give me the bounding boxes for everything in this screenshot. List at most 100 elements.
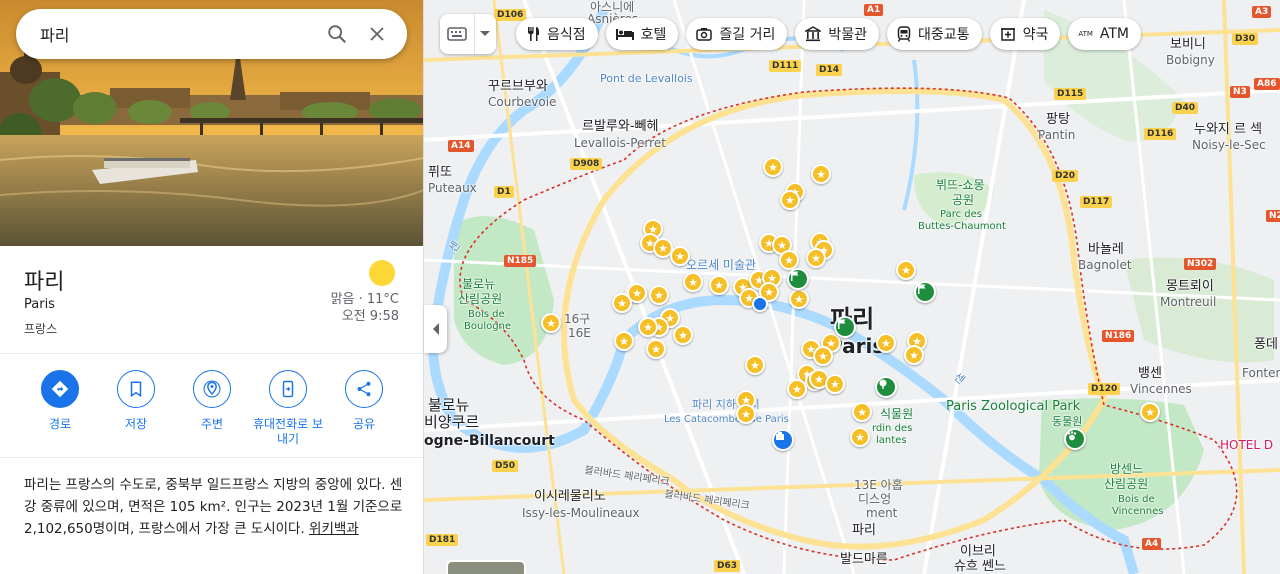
saved-place-star-icon[interactable]: ★ (612, 293, 632, 313)
search-input[interactable] (40, 24, 317, 44)
chip-hotels[interactable]: 호텔 (605, 18, 679, 50)
map-label-bois-vincennes-fr-2: Vincennes (1112, 506, 1164, 517)
close-icon (370, 27, 384, 41)
chip-label: 박물관 (828, 27, 868, 43)
road-badge: D116 (1144, 128, 1177, 140)
chip-pharmacy[interactable]: 약국 (989, 18, 1061, 50)
clear-search-button[interactable] (357, 14, 397, 54)
place-subtitle: Paris (24, 297, 55, 312)
map-label-issy: 이시레물리노 (534, 489, 606, 504)
search-icon (328, 25, 346, 43)
road-badge: D115 (1054, 88, 1087, 100)
chip-transit[interactable]: 대중교통 (887, 18, 982, 50)
map-label-vincennes: 뱅센 (1138, 366, 1162, 381)
nearby-icon (203, 380, 221, 398)
chip-things-to-do[interactable]: 즐길 거리 (686, 18, 788, 50)
road-badge: A1 (864, 4, 884, 16)
chip-museums[interactable]: 박물관 (795, 18, 880, 50)
saved-place-star-icon[interactable]: ★ (825, 374, 845, 394)
saved-place-star-icon[interactable]: ★ (811, 164, 831, 184)
category-chips: 음식점 호텔 즐길 거리 박물관 대중교통 약국 ATM ATM (516, 18, 1142, 50)
saved-place-star-icon[interactable]: ★ (763, 157, 783, 177)
chip-restaurants[interactable]: 음식점 (516, 18, 598, 50)
map-label-catacombs-fr: Les Catacombes de Paris (664, 414, 789, 425)
saved-place-star-icon[interactable]: ★ (541, 313, 561, 333)
map-label-hotel: HOTEL D (1220, 438, 1274, 452)
saved-place-star-icon[interactable]: ★ (896, 260, 916, 280)
search-button[interactable] (317, 14, 357, 54)
nearby-button[interactable]: 주변 (174, 354, 250, 457)
action-buttons: 경로 저장 주변 휴대전화로 보내기 공유 (0, 354, 423, 458)
transit-icon (897, 26, 911, 42)
place-panel: 파리 Paris 프랑스 맑음 · 11°C 오전 9:58 경로 저장 (0, 0, 424, 574)
place-country: 프랑스 (24, 322, 58, 336)
saved-place-star-icon[interactable]: ★ (673, 325, 693, 345)
saved-place-star-icon[interactable]: ★ (813, 346, 833, 366)
road-badge: D63 (714, 560, 740, 572)
transit-pin-icon[interactable] (772, 429, 794, 451)
saved-place-star-icon[interactable]: ★ (780, 190, 800, 210)
save-button[interactable]: 저장 (98, 354, 174, 457)
map-label-puteaux: 퓌또 (428, 165, 452, 180)
chip-atm[interactable]: ATM ATM (1068, 18, 1142, 50)
saved-place-star-icon[interactable]: ★ (709, 275, 729, 295)
hotel-icon (615, 29, 634, 40)
map-label-buttes: 뷔뜨-쇼몽 (936, 178, 985, 192)
saved-place-star-icon[interactable]: ★ (852, 402, 872, 422)
share-button[interactable]: 공유 (326, 354, 402, 457)
map-label-bois-vincennes: 방센느 (1110, 462, 1144, 476)
saved-place-star-icon[interactable]: ★ (787, 379, 807, 399)
road-badge: D30 (1232, 33, 1258, 45)
layers-button[interactable] (440, 14, 496, 54)
map-label-paris-south-2: 발드마른 (840, 552, 888, 567)
saved-place-star-icon[interactable]: ★ (646, 339, 666, 359)
road-badge: D111 (769, 60, 802, 72)
map-label-bobigny: 보비니 (1170, 37, 1206, 52)
chip-label: ATM (1099, 26, 1130, 42)
map-label-arr13b: 디스엉 (858, 492, 892, 506)
map-label-issy-fr: Issy-les-Moulineaux (522, 506, 640, 520)
saved-place-star-icon[interactable]: ★ (745, 355, 765, 375)
chevron-down-icon (480, 31, 490, 36)
zoo-pin-icon[interactable] (1064, 428, 1086, 450)
road-badge: A86 (1254, 78, 1280, 90)
saved-place-star-icon[interactable]: ★ (904, 345, 924, 365)
directions-button[interactable]: 경로 (22, 354, 98, 457)
saved-place-star-icon[interactable]: ★ (614, 331, 634, 351)
keyboard-icon (447, 27, 467, 41)
map-label-arr13: 13E 아홉 (854, 478, 903, 492)
flag-pin-icon[interactable] (834, 316, 856, 338)
maps-app: 파리 Paris 프랑스 맑음 · 11°C 오전 9:58 경로 저장 (0, 0, 1280, 574)
park-pin-icon[interactable] (875, 376, 897, 398)
saved-place-star-icon[interactable]: ★ (649, 285, 669, 305)
map-label-boulogne-city: 불로뉴 (428, 396, 470, 414)
share-icon (357, 381, 371, 397)
saved-place-star-icon[interactable]: ★ (876, 333, 896, 353)
saved-place-star-icon[interactable]: ★ (736, 404, 756, 424)
saved-place-star-icon[interactable]: ★ (779, 250, 799, 270)
road-badge: N3 (1230, 86, 1250, 98)
saved-place-star-icon[interactable]: ★ (670, 246, 690, 266)
map-label-ivry: 이브리 (960, 544, 996, 559)
send-to-phone-button[interactable]: 휴대전화로 보내기 (250, 354, 326, 457)
road-badge: D120 (1088, 383, 1121, 395)
saved-place-star-icon[interactable]: ★ (850, 427, 870, 447)
share-label: 공유 (352, 417, 376, 431)
flag-pin-icon[interactable] (787, 268, 809, 290)
saved-place-star-icon[interactable]: ★ (638, 317, 658, 337)
saved-place-star-icon[interactable]: ★ (806, 248, 826, 268)
saved-place-star-icon[interactable]: ★ (789, 289, 809, 309)
wikipedia-link[interactable]: 위키백과 (309, 521, 359, 537)
layer-thumbnail[interactable] (446, 560, 526, 574)
map-label-puteaux-fr: Puteaux (428, 181, 477, 195)
saved-place-star-icon[interactable]: ★ (1140, 402, 1160, 422)
chip-label: 대중교통 (918, 27, 970, 43)
flag-pin-icon[interactable] (914, 281, 936, 303)
map-canvas[interactable]: 아스니에 Asnières 꾸르브부와 Courbevoie Pont de L… (424, 0, 1280, 574)
road-badge: A4 (1142, 538, 1162, 550)
road-badge: D20 (1052, 170, 1078, 182)
collapse-panel-button[interactable] (424, 305, 447, 353)
save-label: 저장 (124, 417, 148, 431)
transit-pin-icon[interactable] (752, 296, 768, 312)
saved-place-star-icon[interactable]: ★ (683, 272, 703, 292)
